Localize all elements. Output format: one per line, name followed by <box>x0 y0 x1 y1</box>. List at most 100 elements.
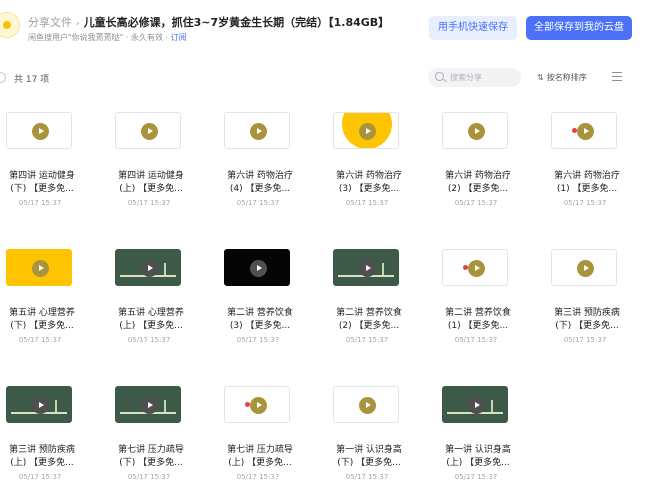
file-item[interactable]: 第六讲 药物治疗 (3) 【更多免... 05/17 15:37 <box>327 106 436 231</box>
file-name-line2: (上) 【更多免... <box>10 458 74 468</box>
play-icon <box>359 397 376 414</box>
save-all-to-cloud-button[interactable]: 全部保存到我的云盘 <box>526 16 632 40</box>
file-date: 05/17 15:37 <box>18 473 62 481</box>
file-item[interactable]: 第四讲 运动健身 (上) 【更多免... 05/17 15:37 <box>109 106 218 231</box>
play-icon <box>468 397 485 414</box>
file-name[interactable]: 第五讲 心理营养 (上) 【更多免... <box>115 307 187 333</box>
video-thumbnail[interactable] <box>6 386 72 423</box>
file-date: 05/17 15:37 <box>454 199 498 207</box>
file-item[interactable]: 第六讲 药物治疗 (2) 【更多免... 05/17 15:37 <box>436 106 545 231</box>
file-name[interactable]: 第二讲 营养饮食 (1) 【更多免... <box>442 307 514 333</box>
video-thumbnail[interactable] <box>224 112 290 149</box>
share-meta: 闲鱼搜用户"你说我蔫蔫哒" · 永久有效 · 订阅 <box>28 32 187 43</box>
video-thumbnail[interactable] <box>333 112 399 149</box>
file-name-line1: 第三讲 预防疾病 <box>9 445 75 455</box>
file-name-line1: 第二讲 营养饮食 <box>227 308 293 318</box>
file-item[interactable]: 第五讲 心理营养 (上) 【更多免... 05/17 15:37 <box>109 243 218 368</box>
file-item[interactable]: 第七讲 压力疏导 (下) 【更多免... 05/17 15:37 <box>109 380 218 500</box>
file-item[interactable]: 第四讲 运动健身 (下) 【更多免... 05/17 15:37 <box>0 106 109 231</box>
file-item[interactable]: 第七讲 压力疏导 (上) 【更多免... 05/17 15:37 <box>218 380 327 500</box>
file-date: 05/17 15:37 <box>236 199 280 207</box>
file-name-line2: (上) 【更多免... <box>119 184 183 194</box>
file-name[interactable]: 第六讲 药物治疗 (3) 【更多免... <box>333 170 405 196</box>
video-thumbnail[interactable] <box>442 112 508 149</box>
file-name[interactable]: 第六讲 药物治疗 (4) 【更多免... <box>224 170 296 196</box>
item-count: 共 17 项 <box>14 75 50 85</box>
play-icon <box>141 397 158 414</box>
video-thumbnail[interactable] <box>115 112 181 149</box>
sort-by-name-button[interactable]: ⇅ 按名称排序 <box>537 72 587 83</box>
file-date: 05/17 15:37 <box>127 473 171 481</box>
file-name[interactable]: 第二讲 营养饮食 (3) 【更多免... <box>224 307 296 333</box>
file-name[interactable]: 第四讲 运动健身 (上) 【更多免... <box>115 170 187 196</box>
file-date: 05/17 15:37 <box>18 199 62 207</box>
file-item[interactable]: 第二讲 营养饮食 (3) 【更多免... 05/17 15:37 <box>218 243 327 368</box>
mobile-quick-save-button[interactable]: 用手机快速保存 <box>429 16 517 40</box>
share-header: 分享文件 › 儿童长高必修课，抓住3~7岁黄金生长期（完结）【1.84GB】 闲鱼搜… <box>0 0 654 60</box>
video-thumbnail[interactable] <box>6 249 72 286</box>
video-thumbnail[interactable] <box>442 386 508 423</box>
file-name[interactable]: 第六讲 药物治疗 (1) 【更多免... <box>551 170 623 196</box>
file-item[interactable]: 第三讲 预防疾病 (下) 【更多免... 05/17 15:37 <box>545 243 654 368</box>
file-item[interactable]: 第三讲 预防疾病 (上) 【更多免... 05/17 15:37 <box>0 380 109 500</box>
file-name[interactable]: 第三讲 预防疾病 (上) 【更多免... <box>6 444 78 470</box>
file-item[interactable]: 第五讲 心理营养 (下) 【更多免... 05/17 15:37 <box>0 243 109 368</box>
video-thumbnail[interactable] <box>442 249 508 286</box>
file-name[interactable]: 第四讲 运动健身 (下) 【更多免... <box>6 170 78 196</box>
list-view-icon[interactable] <box>612 72 622 81</box>
file-name-line2: (上) 【更多免... <box>446 458 510 468</box>
search-input[interactable] <box>450 71 516 84</box>
video-thumbnail[interactable] <box>224 386 290 423</box>
play-icon <box>250 260 267 277</box>
video-thumbnail[interactable] <box>224 249 290 286</box>
file-name[interactable]: 第七讲 压力疏导 (上) 【更多免... <box>224 444 296 470</box>
video-thumbnail[interactable] <box>333 386 399 423</box>
file-date: 05/17 15:37 <box>345 199 389 207</box>
file-name-line2: (3) 【更多免... <box>229 321 291 331</box>
subscribe-link[interactable]: 订阅 <box>171 33 187 42</box>
file-name-line1: 第七讲 压力疏导 <box>227 445 293 455</box>
sort-label: 按名称排序 <box>546 73 587 82</box>
video-thumbnail[interactable] <box>115 249 181 286</box>
breadcrumb-root-link[interactable]: 分享文件 <box>28 16 72 29</box>
video-thumbnail[interactable] <box>551 112 617 149</box>
file-name-line2: (4) 【更多免... <box>229 184 291 194</box>
sharer-avatar <box>0 12 20 38</box>
share-title: 儿童长高必修课，抓住3~7岁黄金生长期（完结）【1.84GB】 <box>83 16 390 29</box>
file-date: 05/17 15:37 <box>563 199 607 207</box>
file-name[interactable]: 第六讲 药物治疗 (2) 【更多免... <box>442 170 514 196</box>
file-name-line1: 第二讲 营养饮食 <box>336 308 402 318</box>
video-thumbnail[interactable] <box>333 249 399 286</box>
file-name[interactable]: 第二讲 营养饮食 (2) 【更多免... <box>333 307 405 333</box>
file-item[interactable]: 第六讲 药物治疗 (1) 【更多免... 05/17 15:37 <box>545 106 654 231</box>
breadcrumb: 分享文件 › 儿童长高必修课，抓住3~7岁黄金生长期（完结）【1.84GB】 <box>28 14 389 32</box>
file-name-line2: (上) 【更多免... <box>228 458 292 468</box>
file-name[interactable]: 第七讲 压力疏导 (下) 【更多免... <box>115 444 187 470</box>
sharer-info: 闲鱼搜用户"你说我蔫蔫哒" · 永久有效 · <box>28 33 171 42</box>
file-name[interactable]: 第五讲 心理营养 (下) 【更多免... <box>6 307 78 333</box>
file-name-line2: (2) 【更多免... <box>338 321 400 331</box>
search-icon <box>435 72 444 81</box>
file-name-line1: 第四讲 运动健身 <box>118 171 184 181</box>
file-date: 05/17 15:37 <box>345 336 389 344</box>
file-name-line2: (下) 【更多免... <box>10 321 74 331</box>
file-name-line2: (3) 【更多免... <box>338 184 400 194</box>
file-name-line1: 第四讲 运动健身 <box>9 171 75 181</box>
search-box[interactable] <box>428 68 521 87</box>
file-name[interactable]: 第一讲 认识身高 (下) 【更多免... <box>333 444 405 470</box>
file-name[interactable]: 第一讲 认识身高 (上) 【更多免... <box>442 444 514 470</box>
select-all-checkbox[interactable] <box>0 72 6 83</box>
video-thumbnail[interactable] <box>551 249 617 286</box>
file-item[interactable]: 第一讲 认识身高 (下) 【更多免... 05/17 15:37 <box>327 380 436 500</box>
file-name-line2: (2) 【更多免... <box>447 184 509 194</box>
file-name-line2: (下) 【更多免... <box>119 458 183 468</box>
file-name[interactable]: 第三讲 预防疾病 (下) 【更多免... <box>551 307 623 333</box>
file-item[interactable]: 第一讲 认识身高 (上) 【更多免... 05/17 15:37 <box>436 380 545 500</box>
video-thumbnail[interactable] <box>6 112 72 149</box>
file-item[interactable]: 第二讲 营养饮食 (2) 【更多免... 05/17 15:37 <box>327 243 436 368</box>
file-item[interactable]: 第二讲 营养饮食 (1) 【更多免... 05/17 15:37 <box>436 243 545 368</box>
file-item[interactable]: 第六讲 药物治疗 (4) 【更多免... 05/17 15:37 <box>218 106 327 231</box>
file-name-line2: (上) 【更多免... <box>119 321 183 331</box>
video-thumbnail[interactable] <box>115 386 181 423</box>
file-date: 05/17 15:37 <box>454 473 498 481</box>
